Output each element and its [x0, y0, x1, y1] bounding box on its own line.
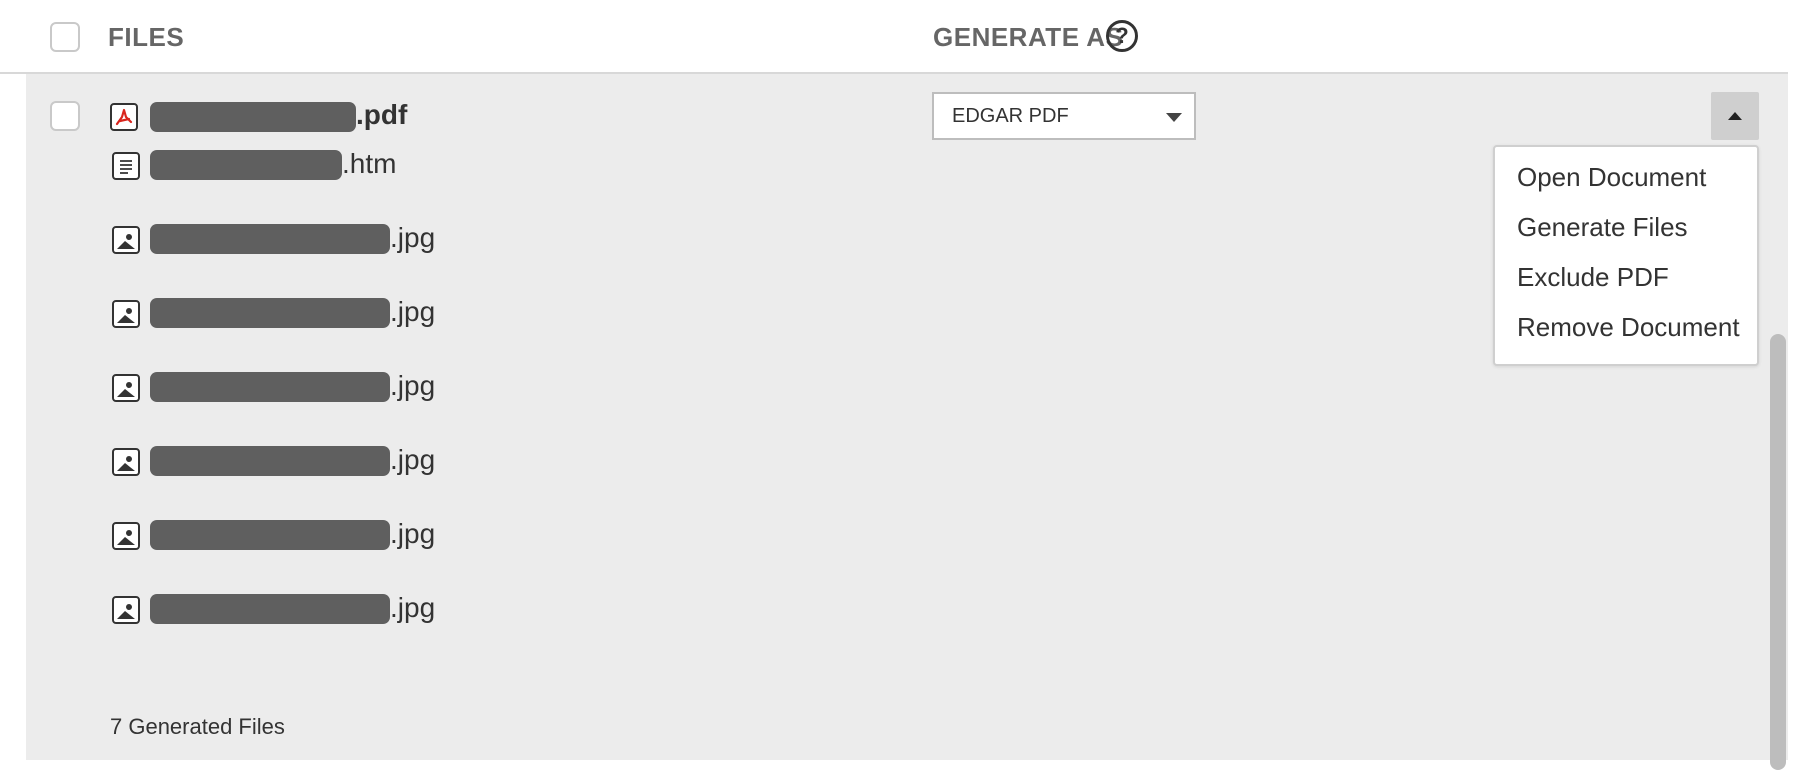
redacted-filename	[150, 594, 390, 624]
help-icon[interactable]: ?	[1106, 20, 1138, 52]
redacted-filename	[150, 520, 390, 550]
pdf-icon	[110, 103, 138, 131]
document-icon	[112, 152, 140, 180]
generate-as-selected-value: EDGAR PDF	[952, 105, 1069, 127]
menu-item-generate-files[interactable]: Generate Files	[1517, 212, 1688, 243]
file-extension: .jpg	[390, 296, 436, 327]
generate-as-column-header: GENERATE AS	[933, 22, 1124, 52]
file-generation-panel: FILES GENERATE AS ? .pdf EDGAR PDF .htm …	[0, 0, 1800, 770]
files-column-header: FILES	[108, 22, 185, 52]
select-all-checkbox[interactable]	[50, 22, 80, 52]
chevron-up-icon	[1728, 112, 1742, 120]
scrollbar-thumb[interactable]	[1770, 334, 1786, 770]
redacted-filename	[150, 298, 390, 328]
list-item: .jpg	[26, 430, 1788, 504]
file-extension: .jpg	[390, 592, 436, 623]
image-icon	[112, 300, 140, 328]
file-extension: .htm	[342, 148, 397, 179]
actions-menu-toggle-button[interactable]	[1711, 92, 1759, 140]
generated-files-count: 7 Generated Files	[110, 714, 285, 739]
file-extension: .jpg	[390, 370, 436, 401]
redacted-filename	[150, 102, 356, 132]
table-header: FILES GENERATE AS ?	[0, 0, 1788, 74]
file-extension: .jpg	[390, 222, 436, 253]
image-icon	[112, 448, 140, 476]
list-item: .jpg	[26, 578, 1788, 652]
row-checkbox[interactable]	[50, 101, 80, 131]
redacted-filename	[150, 224, 390, 254]
list-item: .jpg	[26, 356, 1788, 430]
chevron-down-icon	[1166, 113, 1182, 122]
image-icon	[112, 522, 140, 550]
file-extension: .pdf	[356, 99, 408, 130]
generate-as-select[interactable]: EDGAR PDF	[932, 92, 1196, 140]
menu-item-remove-document[interactable]: Remove Document	[1517, 312, 1740, 343]
list-item: .jpg	[26, 504, 1788, 578]
image-icon	[112, 226, 140, 254]
menu-item-open-document[interactable]: Open Document	[1517, 162, 1706, 193]
file-extension: .jpg	[390, 444, 436, 475]
redacted-filename	[150, 150, 342, 180]
redacted-filename	[150, 446, 390, 476]
image-icon	[112, 374, 140, 402]
actions-dropdown-menu: Open Document Generate Files Exclude PDF…	[1493, 145, 1759, 366]
redacted-filename	[150, 372, 390, 402]
menu-item-exclude-pdf[interactable]: Exclude PDF	[1517, 262, 1669, 293]
image-icon	[112, 596, 140, 624]
file-extension: .jpg	[390, 518, 436, 549]
